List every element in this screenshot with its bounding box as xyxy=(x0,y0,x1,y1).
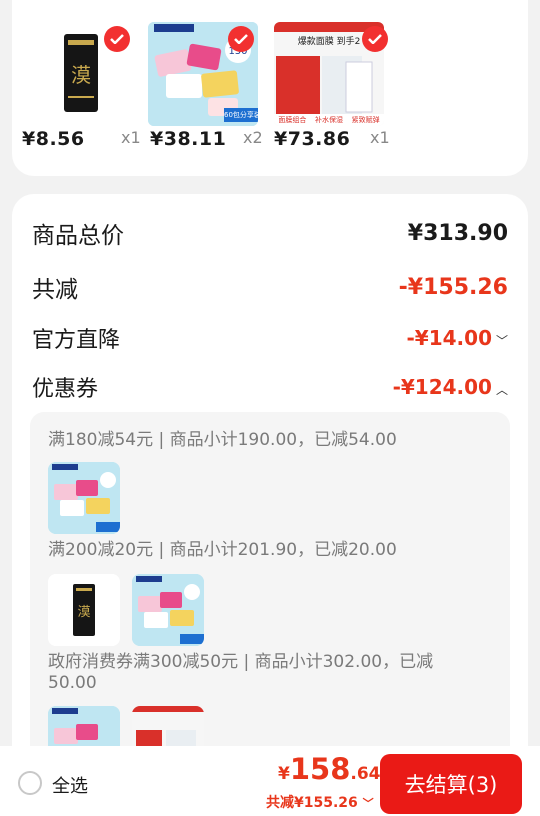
product-tag: 面膜组合 xyxy=(278,116,307,124)
coupon-amount: -¥124.00 xyxy=(392,375,492,399)
product-qty: x1 xyxy=(370,128,390,147)
coupon-label: 优惠券 xyxy=(32,377,99,402)
total-reduced-label: 共减 xyxy=(32,277,78,303)
total-decimal: .64 xyxy=(350,764,381,784)
selected-check-icon[interactable] xyxy=(362,26,388,52)
price-summary-card: 商品总价 ¥313.90 共减 -¥155.26 官方直降 -¥14.00 ﹀ 优… xyxy=(12,194,528,816)
checkout-bar: 全选 ¥158.64 共减¥155.26 ﹀ 去结算(3) xyxy=(0,746,540,816)
chevron-up-icon[interactable]: ︿ xyxy=(496,383,508,397)
selected-products-card: 漠 ¥8.56 x1 150 60包分享装 xyxy=(12,0,528,176)
product-price: ¥8.56 xyxy=(22,128,85,150)
rule-product-thumbnail[interactable] xyxy=(48,462,120,534)
product-badge: 60包分享装 xyxy=(224,111,258,119)
coupon-value: -¥124.00 ︿ xyxy=(393,375,508,399)
total-reduced-row: 共减 -¥155.26 xyxy=(32,270,508,304)
svg-text:漠: 漠 xyxy=(77,605,90,620)
coupon-rule: 满200减20元 | 商品小计201.90，已减20.00 xyxy=(48,540,397,560)
rule-product-thumbnail[interactable]: 漠 xyxy=(48,574,120,646)
coupon-rule-continued: 50.00 xyxy=(48,673,97,693)
product-tags: 面膜组合 补水保湿 紧致赋弹 xyxy=(274,115,384,125)
checkout-button[interactable]: 去结算(3) xyxy=(380,754,522,814)
product-tag: 补水保湿 xyxy=(314,116,343,124)
currency-symbol: ¥ xyxy=(278,764,290,784)
total-reduced-value: -¥155.26 xyxy=(398,274,508,300)
select-all-radio[interactable] xyxy=(18,771,42,795)
goods-total-row: 商品总价 ¥313.90 xyxy=(32,216,508,250)
coupon-rule: 满180减54元 | 商品小计190.00，已减54.00 xyxy=(48,430,397,450)
coupon-row[interactable]: 优惠券 -¥124.00 ︿ xyxy=(32,371,508,403)
coupon-rule: 政府消费券满300减50元 | 商品小计302.00，已减 xyxy=(48,652,434,672)
official-discount-row[interactable]: 官方直降 -¥14.00 ﹀ xyxy=(32,322,508,354)
product-price: ¥73.86 xyxy=(274,128,351,150)
product-tag: 紧致赋弹 xyxy=(351,116,380,124)
official-discount-label: 官方直降 xyxy=(32,328,121,353)
saved-amount[interactable]: 共减¥155.26 ﹀ xyxy=(266,792,374,812)
goods-total-label: 商品总价 xyxy=(32,223,124,249)
saved-amount-text: 共减¥155.26 xyxy=(266,795,358,811)
select-all-label[interactable]: 全选 xyxy=(52,772,88,798)
chevron-down-icon[interactable]: ﹀ xyxy=(496,334,508,348)
product-qty: x2 xyxy=(243,128,263,147)
selected-check-icon[interactable] xyxy=(104,26,130,52)
payable-total: ¥158.64 xyxy=(278,752,381,786)
official-discount-value: -¥14.00 ﹀ xyxy=(407,326,509,350)
total-integer: 158 xyxy=(289,752,351,786)
chevron-down-icon[interactable]: ﹀ xyxy=(363,797,374,810)
goods-total-value: ¥313.90 xyxy=(407,220,508,246)
rule-product-thumbnail[interactable] xyxy=(132,574,204,646)
product-price: ¥38.11 xyxy=(150,128,227,150)
product-qty: x1 xyxy=(121,128,141,147)
selected-check-icon[interactable] xyxy=(228,26,254,52)
official-discount-amount: -¥14.00 xyxy=(406,326,492,350)
svg-text:漠: 漠 xyxy=(71,63,91,87)
